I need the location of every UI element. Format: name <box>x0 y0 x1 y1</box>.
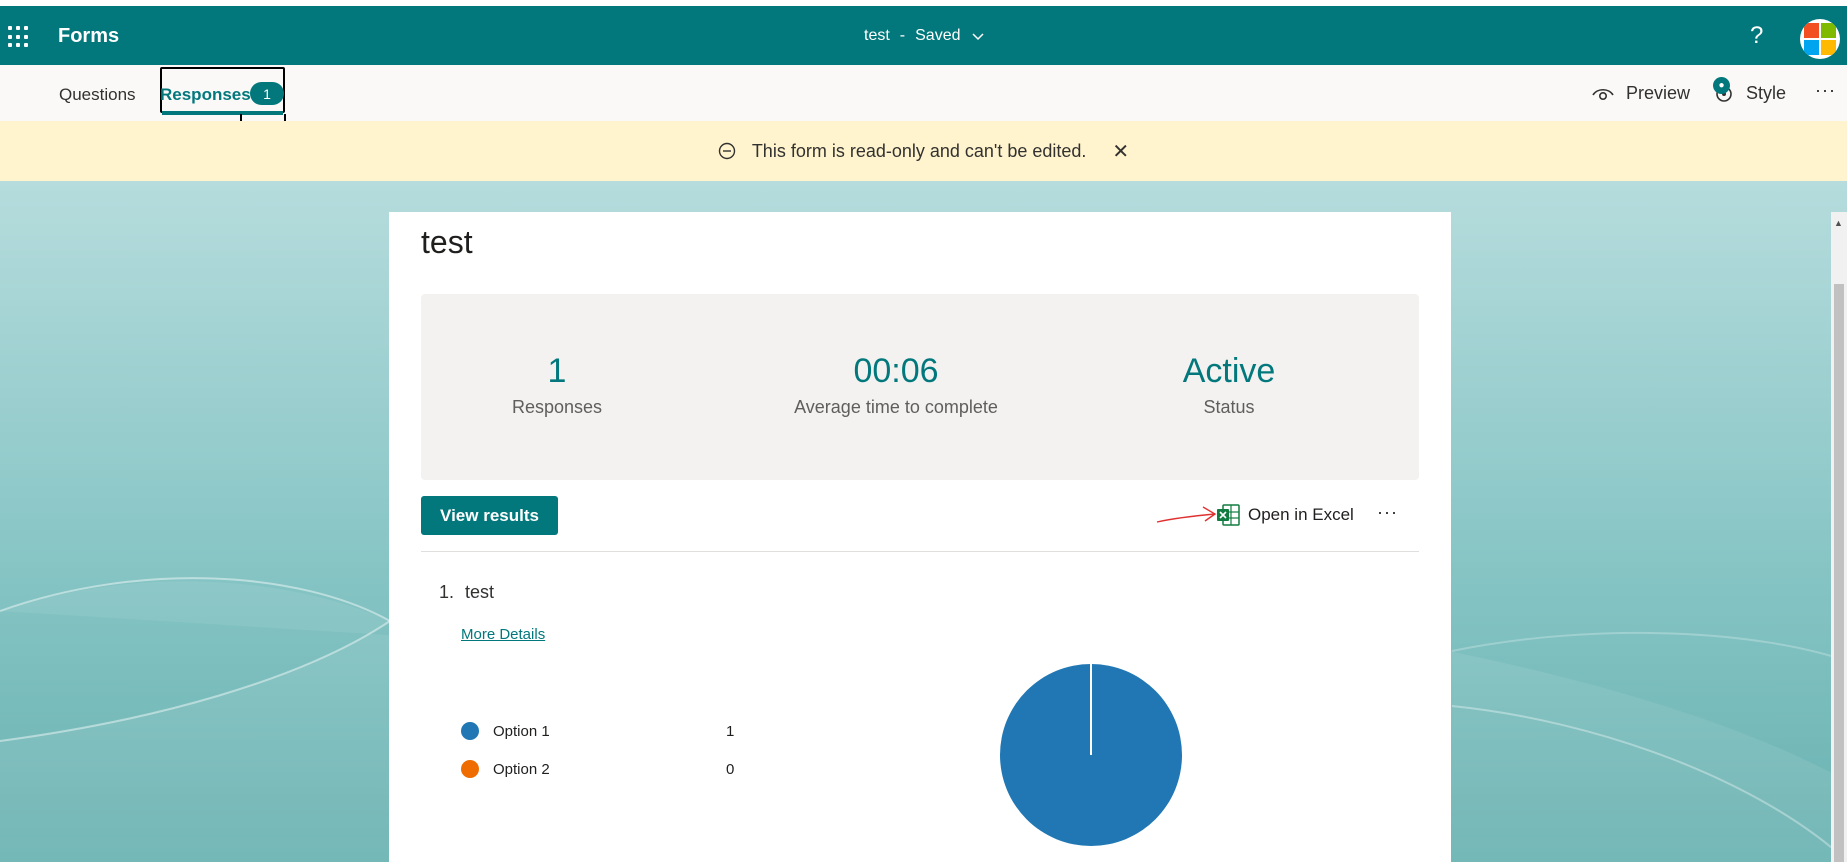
app-name[interactable]: Forms <box>58 25 119 48</box>
legend-count: 1 <box>726 722 735 740</box>
eye-icon <box>1592 88 1614 100</box>
chevron-down-icon <box>971 33 984 41</box>
title-separator: - <box>899 27 906 44</box>
form-title-label: test <box>864 27 890 44</box>
stat-responses: 1 Responses <box>407 352 707 418</box>
more-options-icon[interactable]: ··· <box>1815 80 1836 101</box>
responses-count-badge: 1 <box>250 82 284 105</box>
close-icon[interactable]: ✕ <box>1112 139 1129 164</box>
question-title: test <box>465 582 495 602</box>
legend-swatch <box>461 760 479 778</box>
excel-icon <box>1217 504 1240 526</box>
scroll-up-arrow[interactable]: ▲ <box>1834 218 1843 228</box>
annotation-arrow <box>1156 506 1217 523</box>
microsoft-logo-icon <box>1804 23 1836 55</box>
more-details-link[interactable]: More Details <box>461 626 545 643</box>
page-title: test <box>421 224 473 260</box>
stat-average-time: 00:06 Average time to complete <box>746 352 1046 418</box>
style-label: Style <box>1746 83 1787 103</box>
stat-status: Active Status <box>1079 352 1379 418</box>
legend-item: Option 2 0 <box>461 760 734 778</box>
preview-button[interactable]: Preview <box>1592 83 1690 104</box>
stat-label: Responses <box>511 397 603 417</box>
stat-label: Average time to complete <box>794 397 998 417</box>
scrollbar[interactable]: ▲ <box>1831 212 1847 862</box>
legend-count: 0 <box>726 760 735 778</box>
legend-label: Option 2 <box>493 760 550 778</box>
stat-value: Active <box>1182 352 1276 390</box>
form-responses-card: test 1 Responses 00:06 Average time to c… <box>389 212 1451 862</box>
scrollbar-thumb[interactable] <box>1834 284 1844 862</box>
tab-questions[interactable]: Questions <box>59 85 136 105</box>
app-launcher-icon[interactable] <box>8 26 30 48</box>
legend-item: Option 1 1 <box>461 722 734 740</box>
open-in-excel-button[interactable]: Open in Excel <box>1216 504 1354 526</box>
account-avatar[interactable] <box>1800 19 1840 59</box>
help-icon[interactable]: ? <box>1750 22 1763 50</box>
preview-label: Preview <box>1626 83 1691 103</box>
stat-value: 00:06 <box>853 352 939 390</box>
divider <box>421 551 1419 552</box>
stat-label: Status <box>1203 397 1255 417</box>
lightbulb-icon: ● <box>1713 77 1730 94</box>
more-actions-icon[interactable]: ··· <box>1377 502 1398 523</box>
view-results-button[interactable]: View results <box>421 496 558 535</box>
question-heading: 1. test <box>439 582 494 603</box>
response-summary: 1 Responses 00:06 Average time to comple… <box>421 294 1419 480</box>
readonly-banner: This form is read-only and can't be edit… <box>0 121 1847 181</box>
question-number: 1. <box>439 582 455 602</box>
legend-swatch <box>461 722 479 740</box>
legend-label: Option 1 <box>493 722 550 740</box>
form-title-dropdown[interactable]: test - Saved <box>864 27 985 45</box>
banner-message: This form is read-only and can't be edit… <box>751 140 1087 161</box>
open-in-excel-label: Open in Excel <box>1248 505 1354 524</box>
save-status: Saved <box>915 27 961 44</box>
app-header: Forms test - Saved ? <box>0 6 1847 65</box>
blocked-icon <box>718 142 736 160</box>
results-pie-chart <box>1000 664 1182 846</box>
tab-responses[interactable]: Responses <box>160 85 251 105</box>
stat-value: 1 <box>547 352 567 390</box>
